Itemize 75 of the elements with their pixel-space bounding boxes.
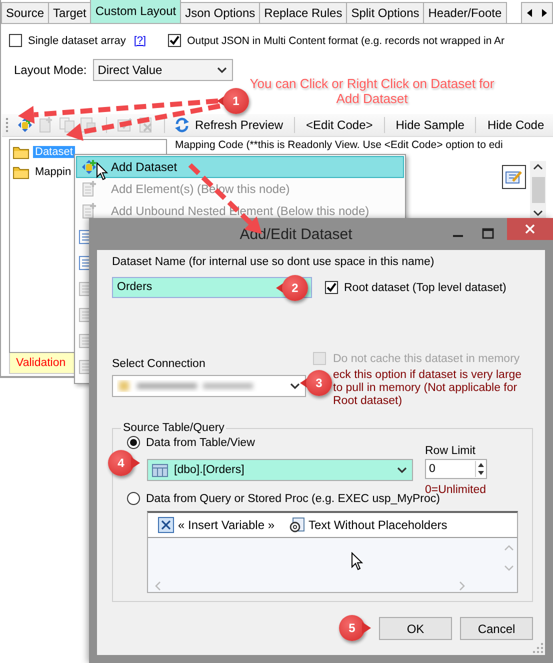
- mouse-pointer-icon: [96, 162, 108, 181]
- list-icon: [79, 360, 91, 374]
- caret-icon: [397, 466, 407, 474]
- layout-mode-dropdown[interactable]: Direct Value: [92, 59, 233, 81]
- list-icon: [79, 230, 91, 244]
- checkbox[interactable]: [325, 281, 338, 294]
- caret-icon: [216, 66, 227, 74]
- close-button[interactable]: [507, 218, 553, 240]
- checkbox-label: Single dataset array: [28, 34, 126, 46]
- menu-item[interactable]: Add Dataset: [76, 156, 404, 178]
- hint-text: eck this option if dataset is very large to pull in memory (Not applicable for Root dataset): [333, 369, 523, 408]
- tab[interactable]: Custom Layout: [90, 0, 182, 23]
- list-icon: [79, 256, 91, 270]
- text-without-placeholders-button[interactable]: Text Without Placeholders: [288, 517, 448, 533]
- group-title: Source Table/Query: [122, 422, 226, 434]
- tab[interactable]: Json Options: [180, 2, 260, 23]
- row-limit-field[interactable]: 0: [425, 459, 487, 479]
- radio-button[interactable]: [127, 492, 140, 505]
- tab[interactable]: Source: [1, 2, 50, 23]
- table-dropdown[interactable]: [dbo].[Orders]: [147, 459, 413, 481]
- tab[interactable]: Target: [48, 2, 92, 23]
- vertical-scrollbar[interactable]: [530, 161, 546, 219]
- layout-mode-label: Layout Mode:: [14, 63, 87, 77]
- checkbox[interactable]: [9, 34, 22, 47]
- checkbox[interactable]: [168, 34, 182, 47]
- tab[interactable]: Replace Rules: [259, 2, 348, 23]
- list-icon: [79, 282, 91, 296]
- list-icon: [79, 308, 91, 322]
- validation-label: Validation: [16, 357, 66, 369]
- tab[interactable]: Header/Foote: [423, 2, 507, 23]
- maximize-icon[interactable]: [481, 227, 495, 241]
- checkbox-label: Do not cache this dataset in memory: [333, 352, 520, 364]
- close-icon: [524, 223, 536, 235]
- edit-icon: [505, 169, 523, 185]
- checkbox-label: Root dataset (Top level dataset): [344, 282, 506, 294]
- document-icon: [288, 517, 304, 533]
- toolbar-button[interactable]: Hide Sample: [394, 118, 466, 132]
- page-plus-icon: [80, 202, 98, 220]
- query-editor[interactable]: « Insert Variable » Text Without Placeholders: [147, 511, 518, 593]
- page-plus-icon: [80, 180, 98, 198]
- mapping-code-label: Mapping Code (**this is Readonly View. Use <Edit Code> option to edi: [175, 139, 504, 151]
- spin-down-icon[interactable]: [476, 469, 486, 477]
- grip-icon: [6, 117, 9, 133]
- field-label: Select Connection: [112, 358, 206, 370]
- toolbar-button[interactable]: <Edit Code>: [304, 118, 375, 132]
- list-icon: [79, 334, 91, 348]
- tab[interactable]: Split Options: [346, 2, 424, 23]
- scroll-up-icon[interactable]: [532, 163, 544, 171]
- table-icon: [152, 464, 168, 476]
- variable-icon: [158, 517, 174, 533]
- annotation-text: You can Click or Right Click on Dataset for Add Dataset: [248, 76, 496, 106]
- folder-icon: [13, 166, 29, 178]
- database-plus-icon: [80, 158, 98, 176]
- mouse-pointer-icon: [351, 552, 363, 571]
- refresh-icon[interactable]: [174, 117, 190, 133]
- dialog-button[interactable]: Cancel: [460, 617, 533, 640]
- radio-label: Data from Query or Stored Proc (e.g. EXEC usp_MyProc): [146, 492, 440, 504]
- radio-label: Data from Table/View: [146, 436, 255, 448]
- field-label: Dataset Name (for internal use so dont use space in this name): [112, 256, 436, 268]
- database-plus-icon[interactable]: [16, 116, 34, 134]
- dialog-button[interactable]: OK: [379, 617, 452, 640]
- toolbar-button[interactable]: Refresh Preview: [193, 118, 286, 132]
- toolbar-button[interactable]: Hide Code: [485, 118, 546, 132]
- spin-up-icon[interactable]: [476, 461, 486, 469]
- row-limit-label: Row Limit: [425, 445, 476, 457]
- resize-grip-icon[interactable]: [533, 643, 543, 653]
- help-link[interactable]: [?]: [134, 34, 146, 46]
- caret-icon: [290, 382, 300, 390]
- insert-variable-button[interactable]: « Insert Variable »: [158, 517, 274, 533]
- folder-icon: [13, 146, 29, 158]
- radio-button[interactable]: [127, 436, 140, 449]
- tree-item[interactable]: Mappin: [33, 166, 74, 178]
- scroll-down-icon[interactable]: [532, 209, 544, 217]
- edit-button[interactable]: [502, 165, 526, 189]
- checkbox-label: Output JSON in Multi Content format (e.g. records not wrapped in Ar: [187, 34, 505, 46]
